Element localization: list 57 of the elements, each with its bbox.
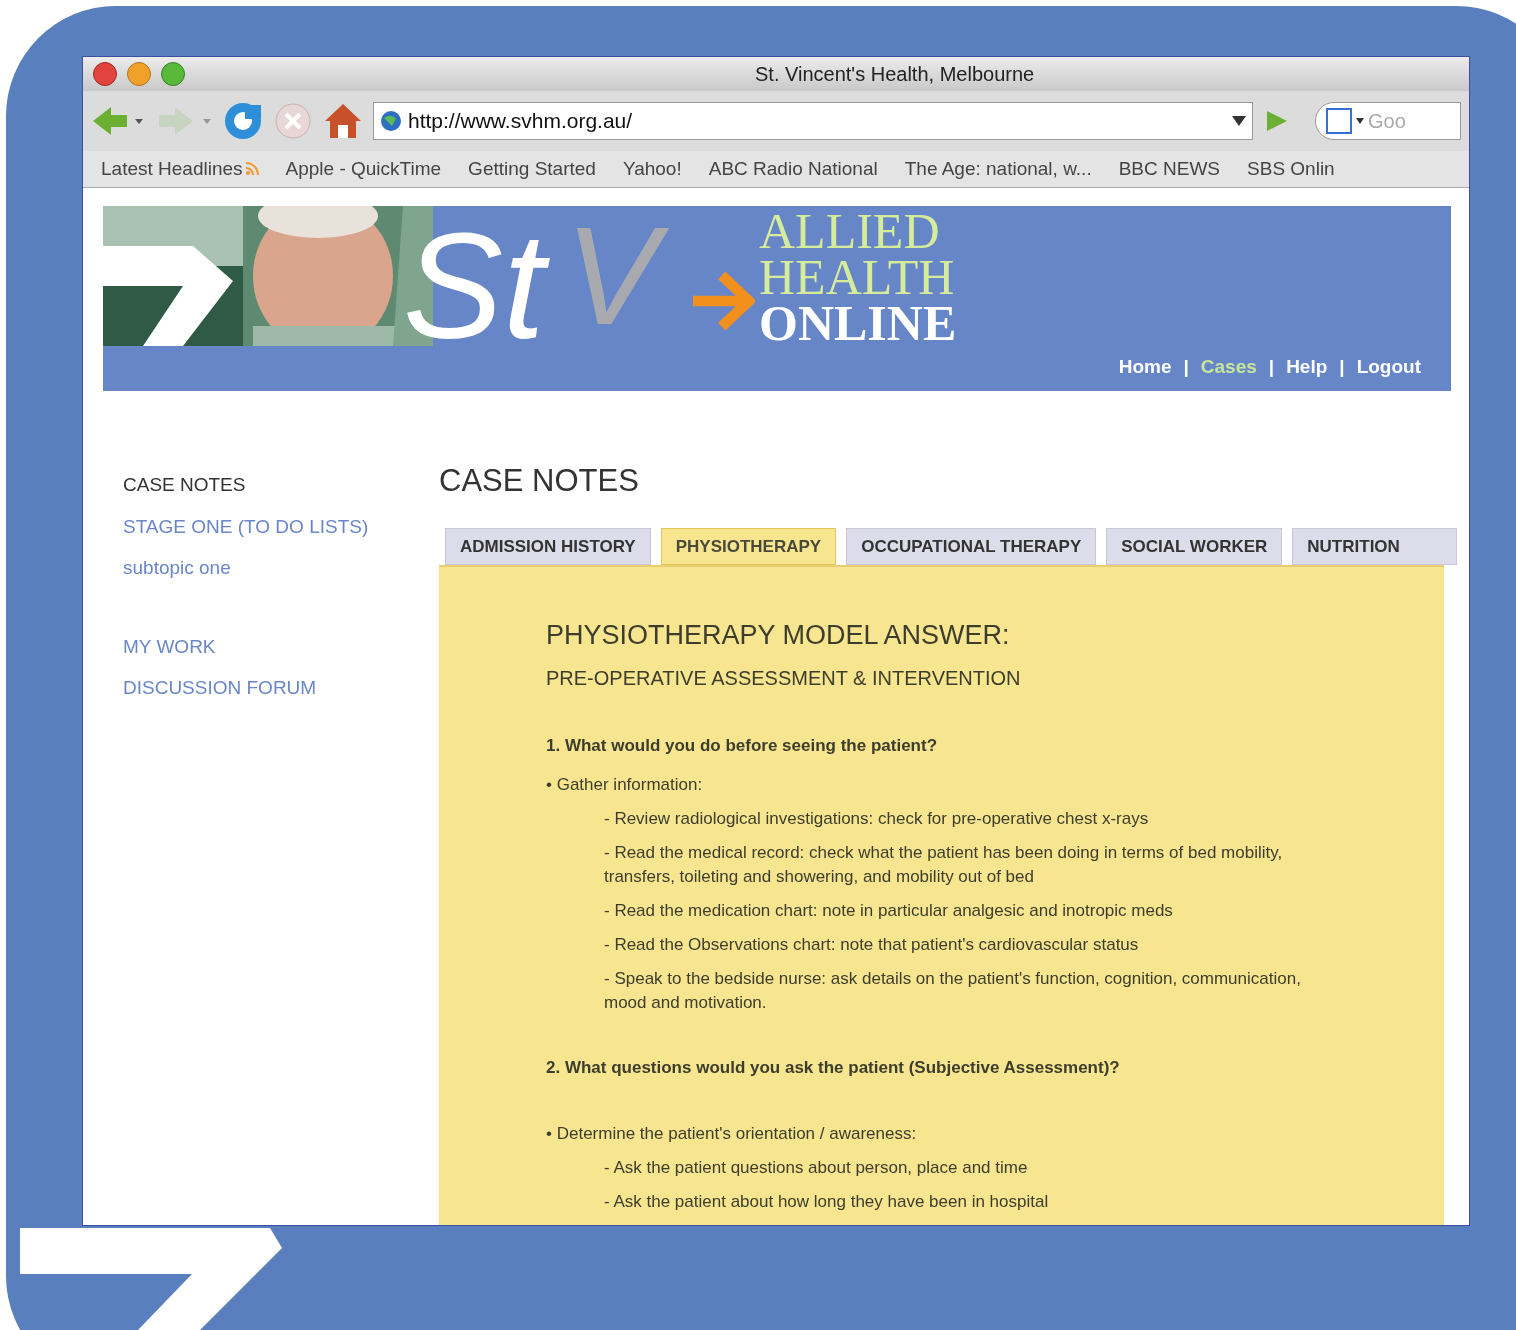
list-item: - Ask the patient about how long they have been in hospital [603,1191,1050,1213]
list-item: - Ask the patient questions about person, place and time [603,1157,1029,1179]
site-title: ONLINE [759,300,957,346]
list-item: - Speak to the bedside nurse: ask details on the patient's function, cognition, communication, mood and motivation. [603,968,1302,1014]
answer-subheading: PRE-OPERATIVE ASSESSMENT & INTERVENTION [546,666,1022,691]
bookmark[interactable]: ABC Radio National [708,154,878,184]
tab[interactable]: SOCIAL WORKER [1106,528,1283,565]
stop-icon[interactable] [273,101,313,141]
site-title: ALLIED [759,208,941,254]
nav-separator: | [1183,354,1189,379]
nav-separator: | [1268,354,1275,379]
dropdown-icon[interactable] [1232,116,1246,126]
rss-icon [244,162,259,176]
search-bar[interactable]: Goo [1315,102,1461,140]
list-item: - Review radiological investigations: check for pre-operative chest x-rays [603,808,1150,830]
tab[interactable]: ADMISSION HISTORY [445,528,651,565]
bullet-text: • Gather information: [546,773,704,796]
bookmark[interactable]: Latest Headlines [101,154,259,184]
bookmark[interactable]: Getting Started [468,154,596,184]
bookmark[interactable]: BBC NEWS [1118,154,1221,184]
sidebar-link[interactable]: MY WORK [123,632,439,661]
nav-link[interactable]: Logout [1356,352,1421,381]
list-item: - Read the medication chart: note in particular analgesic and inotropic meds [603,900,1174,922]
nav-link[interactable]: Home [1118,352,1172,381]
bookmark[interactable]: SBS Onlin [1247,154,1335,184]
sidebar-link[interactable]: STAGE ONE (TO DO LISTS) [123,512,439,541]
answer-heading: PHYSIOTHERAPY MODEL ANSWER: [546,619,1011,651]
site-title: HEALTH [759,254,956,300]
home-icon[interactable] [323,101,363,141]
list-item: - Read the Observations chart: note that patient's cardiovascular status [603,934,1140,956]
tab[interactable]: PHYSIOTHERAPY [660,528,837,565]
globe-icon [380,110,402,132]
nav-link[interactable]: Help [1286,352,1328,381]
search-field[interactable]: Goo [1368,106,1418,136]
tab[interactable]: NUTRITION [1292,528,1457,565]
dropdown-icon[interactable] [1356,118,1364,124]
nav-separator: | [1339,354,1345,379]
sidebar-link[interactable]: DISCUSSION FORUM [123,674,439,703]
reload-icon[interactable] [223,101,263,141]
bookmark[interactable]: Apple - QuickTime [285,154,442,184]
bookmark[interactable]: The Age: national, w... [904,154,1092,184]
bullet-text: • Determine the patient's orientation / awareness: [546,1122,918,1145]
sidebar-link[interactable]: subtopic one [123,554,439,583]
logo-letters: St [403,206,565,366]
tab[interactable]: OCCUPATIONAL THERAPY [846,528,1097,565]
close-icon[interactable] [93,62,117,86]
page-title: CASE NOTES [439,465,640,496]
minimize-icon[interactable] [127,62,151,86]
zoom-icon[interactable] [161,62,185,86]
logo-letter: V [565,206,671,346]
address-field[interactable]: http://www.svhm.org.au/ [373,102,1253,140]
question-text: 1. What would you do before seeing the patient? [546,735,939,757]
sidebar-link[interactable]: CASE NOTES [123,471,439,500]
question-text: 2. What questions would you ask the patient (Subjective Assessment)? [546,1057,1121,1079]
window-title: St. Vincent's Health, Melbourne [755,62,1035,87]
bookmark[interactable]: Yahoo! [622,154,682,184]
list-item: - Read the medical record: check what the patient has been doing in terms of bed mobility, transfers, toileting and showering, and mobility out of bed [603,842,1284,888]
